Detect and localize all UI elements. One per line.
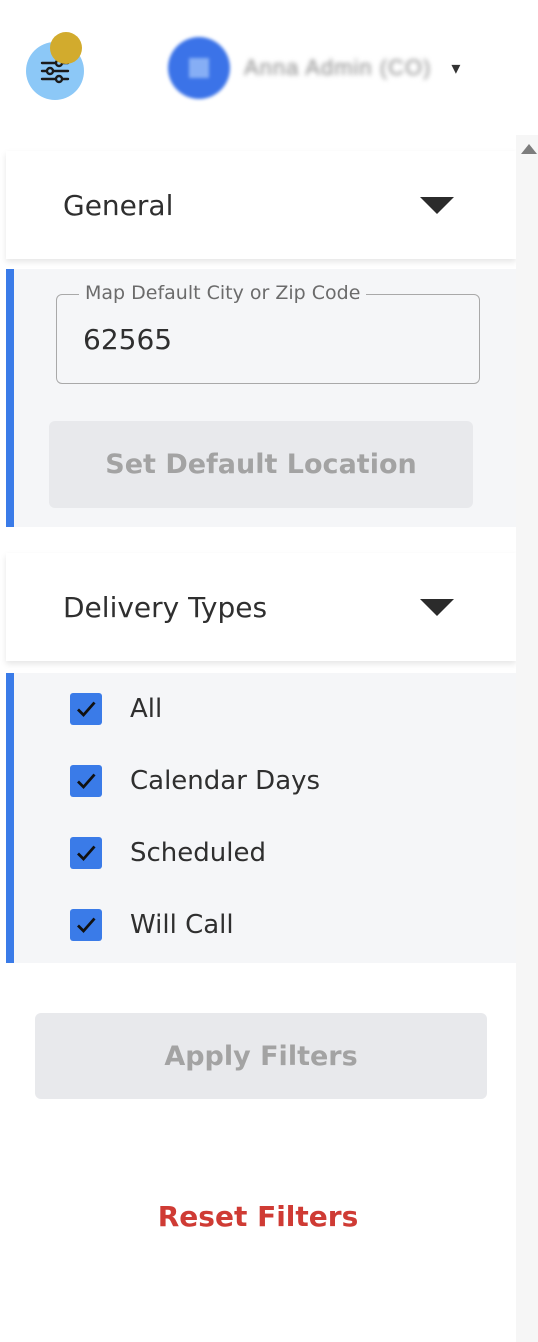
section-header-general[interactable]: General [6, 151, 516, 259]
top-bar: Anna Admin (CO) ▾ [0, 0, 538, 135]
zip-code-input[interactable] [83, 323, 453, 356]
checkbox-row-will-call[interactable]: Will Call [70, 905, 234, 945]
reset-filters-link[interactable]: Reset Filters [0, 1200, 516, 1233]
checkbox-label: Will Call [130, 910, 234, 940]
check-icon [77, 773, 96, 790]
section-header-delivery-types[interactable]: Delivery Types [6, 553, 516, 661]
checkbox-checked[interactable] [70, 765, 102, 797]
avatar [168, 37, 230, 99]
apply-filters-button[interactable]: Apply Filters [35, 1013, 487, 1099]
checkbox-label: All [130, 694, 163, 724]
set-default-location-button[interactable]: Set Default Location [49, 421, 473, 508]
checkbox-checked[interactable] [70, 909, 102, 941]
checkbox-checked[interactable] [70, 693, 102, 725]
check-icon [77, 917, 96, 934]
field-label: Map Default City or Zip Code [79, 282, 367, 304]
check-icon [77, 701, 96, 718]
default-location-field[interactable]: Map Default City or Zip Code [56, 282, 480, 384]
checkbox-row-all[interactable]: All [70, 689, 162, 729]
checkbox-row-calendar-days[interactable]: Calendar Days [70, 761, 320, 801]
checkbox-label: Scheduled [130, 838, 266, 868]
section-body-general: Map Default City or Zip Code Set Default… [6, 269, 516, 527]
scrollbar[interactable] [516, 135, 538, 1342]
section-title-delivery-types: Delivery Types [63, 590, 268, 624]
section-body-delivery-types: All Calendar Days Scheduled Will Call [6, 673, 516, 963]
user-menu[interactable]: Anna Admin (CO) ▾ [168, 36, 460, 100]
section-title-general: General [63, 188, 174, 222]
checkbox-checked[interactable] [70, 837, 102, 869]
user-name: Anna Admin (CO) [244, 55, 432, 80]
caret-down-icon [420, 599, 454, 616]
notification-badge [50, 32, 82, 64]
checkbox-row-scheduled[interactable]: Scheduled [70, 833, 266, 873]
checkbox-label: Calendar Days [130, 766, 321, 796]
caret-down-icon [420, 197, 454, 214]
chevron-down-icon: ▾ [451, 57, 461, 78]
check-icon [77, 845, 96, 862]
filter-panel: General Map Default City or Zip Code Set… [0, 135, 516, 1342]
scroll-up-icon[interactable] [521, 144, 537, 154]
